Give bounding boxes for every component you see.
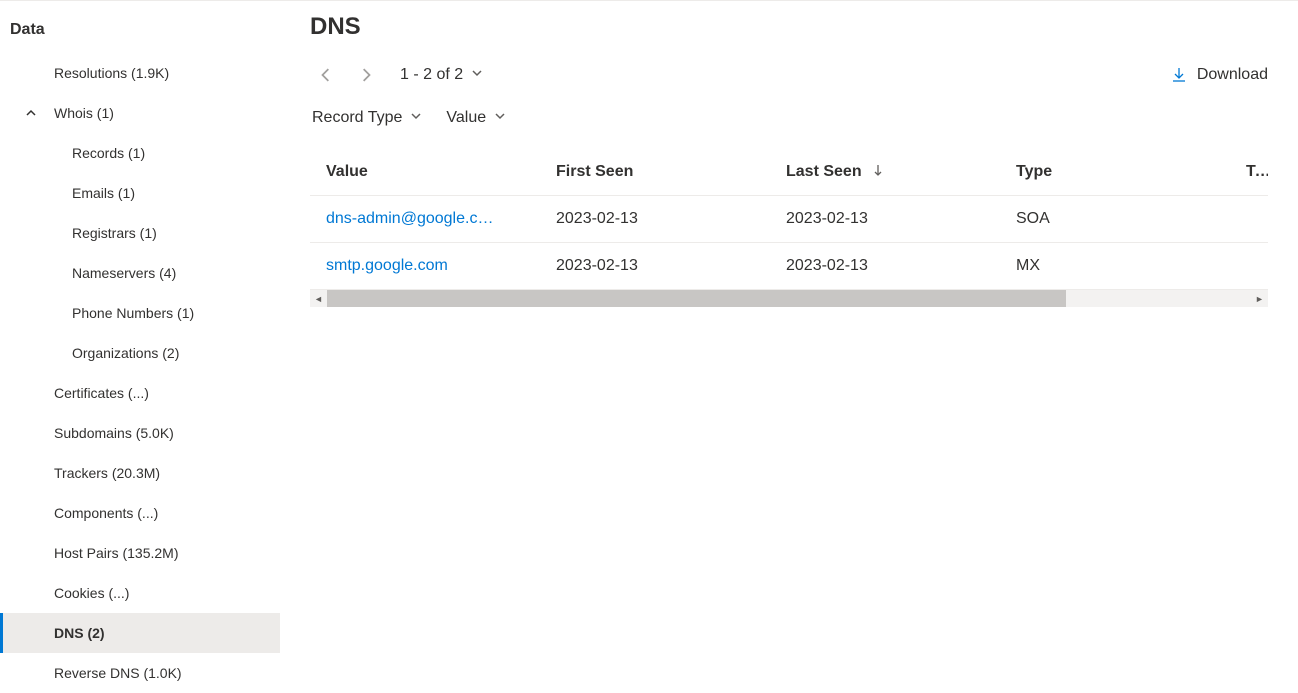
chevron-down-icon (471, 66, 483, 84)
sidebar-item-label: Registrars (1) (72, 225, 157, 241)
filter-value[interactable]: Value (446, 109, 506, 127)
sidebar-item-label: Cookies (...) (54, 585, 129, 601)
column-header-value[interactable]: Value (310, 149, 540, 196)
sidebar-item-label: Components (...) (54, 505, 158, 521)
pager-next-button[interactable] (350, 59, 382, 91)
page-title: DNS (310, 13, 1268, 41)
cell-first-seen: 2023-02-13 (540, 243, 770, 290)
filter-label: Record Type (312, 109, 402, 127)
scroll-track[interactable] (327, 290, 1251, 307)
pager-range-text: 1 - 2 of 2 (400, 66, 463, 84)
cell-last-seen: 2023-02-13 (770, 243, 1000, 290)
scroll-right-arrow[interactable]: ► (1251, 290, 1268, 307)
sidebar-nav: Resolutions (1.9K) Whois (1) Records (1)… (0, 53, 280, 693)
sidebar-item-label: Whois (1) (54, 105, 114, 121)
table-row[interactable]: dns-admin@google.c… 2023-02-13 2023-02-1… (310, 196, 1268, 243)
sort-descending-icon (872, 164, 884, 176)
filter-bar: Record Type Value (310, 109, 1268, 127)
sidebar-item-organizations[interactable]: Organizations (2) (0, 333, 280, 373)
sidebar-item-label: Phone Numbers (1) (72, 305, 194, 321)
sidebar-item-label: Reverse DNS (1.0K) (54, 665, 182, 681)
sidebar-item-label: Trackers (20.3M) (54, 465, 160, 481)
sidebar-item-dns[interactable]: DNS (2) (0, 613, 280, 653)
sidebar-item-nameservers[interactable]: Nameservers (4) (0, 253, 280, 293)
column-header-tags[interactable]: Tags (1230, 149, 1268, 196)
cell-value: dns-admin@google.c… (310, 196, 540, 243)
sidebar-item-label: Subdomains (5.0K) (54, 425, 174, 441)
dns-table: Value First Seen Last Seen Type Tags (310, 149, 1268, 290)
sidebar-item-records[interactable]: Records (1) (0, 133, 280, 173)
cell-last-seen: 2023-02-13 (770, 196, 1000, 243)
cell-value: smtp.google.com (310, 243, 540, 290)
column-header-first-seen[interactable]: First Seen (540, 149, 770, 196)
toolbar: 1 - 2 of 2 Download (310, 59, 1268, 91)
sidebar-item-whois[interactable]: Whois (1) (0, 93, 280, 133)
sidebar-item-label: Organizations (2) (72, 345, 179, 361)
sidebar-item-label: Host Pairs (135.2M) (54, 545, 178, 561)
filter-label: Value (446, 109, 486, 127)
scroll-thumb[interactable] (327, 290, 1066, 307)
sidebar-item-components[interactable]: Components (...) (0, 493, 280, 533)
cell-tags (1230, 196, 1268, 243)
sidebar-item-label: Nameservers (4) (72, 265, 176, 281)
sidebar-item-label: Records (1) (72, 145, 145, 161)
value-link[interactable]: smtp.google.com (326, 257, 448, 274)
sidebar-item-emails[interactable]: Emails (1) (0, 173, 280, 213)
pager-prev-button[interactable] (310, 59, 342, 91)
cell-first-seen: 2023-02-13 (540, 196, 770, 243)
table-container: Value First Seen Last Seen Type Tags (310, 149, 1268, 307)
sidebar-item-label: DNS (2) (54, 625, 105, 641)
download-icon (1171, 67, 1187, 83)
scroll-left-arrow[interactable]: ◄ (310, 290, 327, 307)
main-content: DNS 1 - 2 of 2 (280, 1, 1298, 693)
sidebar: Data Resolutions (1.9K) Whois (1) Record… (0, 1, 280, 693)
cell-type: SOA (1000, 196, 1230, 243)
sidebar-title: Data (0, 17, 280, 53)
download-label: Download (1197, 66, 1268, 84)
download-button[interactable]: Download (1171, 66, 1268, 84)
sidebar-item-cookies[interactable]: Cookies (...) (0, 573, 280, 613)
sidebar-item-host-pairs[interactable]: Host Pairs (135.2M) (0, 533, 280, 573)
sidebar-item-resolutions[interactable]: Resolutions (1.9K) (0, 53, 280, 93)
chevron-down-icon (494, 109, 506, 127)
cell-tags (1230, 243, 1268, 290)
sidebar-item-reverse-dns[interactable]: Reverse DNS (1.0K) (0, 653, 280, 693)
sidebar-item-label: Emails (1) (72, 185, 135, 201)
sidebar-item-label: Resolutions (1.9K) (54, 65, 169, 81)
column-header-last-seen[interactable]: Last Seen (770, 149, 1000, 196)
chevron-up-icon (22, 107, 40, 119)
filter-record-type[interactable]: Record Type (312, 109, 422, 127)
sidebar-item-trackers[interactable]: Trackers (20.3M) (0, 453, 280, 493)
column-header-type[interactable]: Type (1000, 149, 1230, 196)
sidebar-item-certificates[interactable]: Certificates (...) (0, 373, 280, 413)
horizontal-scrollbar[interactable]: ◄ ► (310, 290, 1268, 307)
cell-type: MX (1000, 243, 1230, 290)
value-link[interactable]: dns-admin@google.c… (326, 210, 493, 227)
pager-range-dropdown[interactable]: 1 - 2 of 2 (400, 66, 483, 84)
pager: 1 - 2 of 2 (310, 59, 483, 91)
sidebar-item-subdomains[interactable]: Subdomains (5.0K) (0, 413, 280, 453)
sidebar-item-phone-numbers[interactable]: Phone Numbers (1) (0, 293, 280, 333)
table-row[interactable]: smtp.google.com 2023-02-13 2023-02-13 MX (310, 243, 1268, 290)
sidebar-item-label: Certificates (...) (54, 385, 149, 401)
table-header-row: Value First Seen Last Seen Type Tags (310, 149, 1268, 196)
chevron-down-icon (410, 109, 422, 127)
sidebar-item-registrars[interactable]: Registrars (1) (0, 213, 280, 253)
